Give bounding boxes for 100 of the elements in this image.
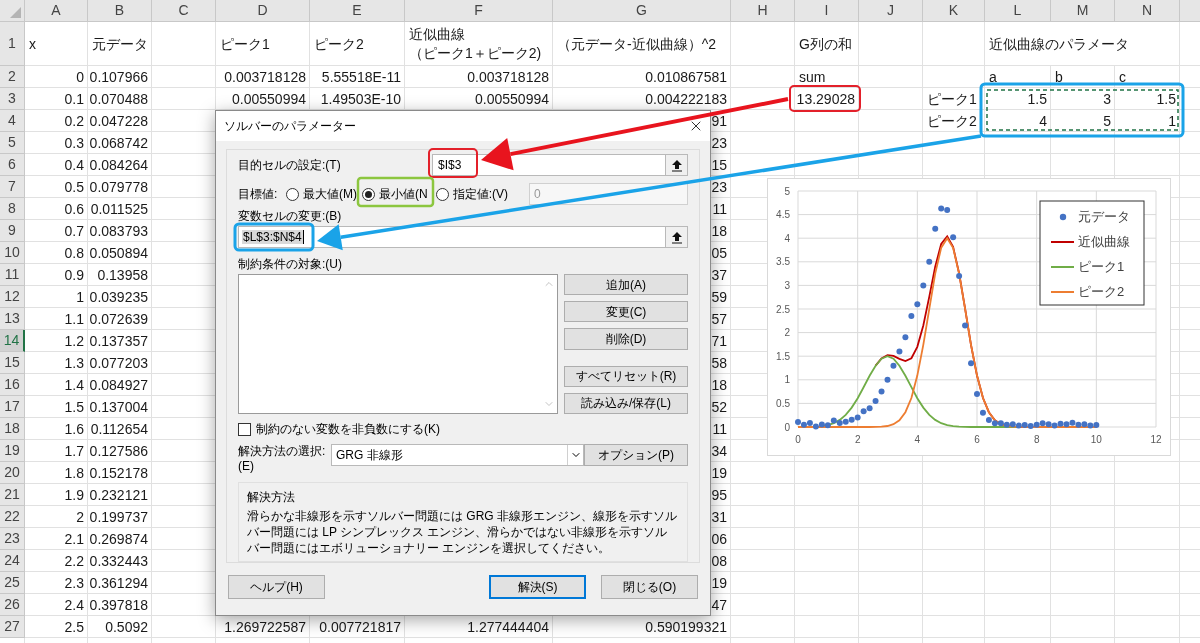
row-header[interactable]: 10 (0, 242, 25, 264)
table-cell[interactable]: 0.007721817 (310, 616, 405, 638)
table-cell[interactable]: 0.003718128 (405, 66, 553, 88)
table-cell[interactable]: 0.5092 (88, 616, 152, 638)
table-cell[interactable]: 2.1 (25, 528, 88, 550)
column-header[interactable]: F (405, 0, 553, 22)
table-cell[interactable]: 0.010867581 (553, 66, 731, 88)
table-cell[interactable]: 1 (25, 286, 88, 308)
dialog-button[interactable]: 読み込み/保存(L) (564, 392, 688, 414)
row-header[interactable]: 26 (0, 594, 25, 616)
table-cell[interactable]: 0.107966 (88, 66, 152, 88)
table-cell[interactable]: 0.077203 (88, 352, 152, 374)
row-header[interactable]: 12 (0, 286, 25, 308)
table-cell[interactable]: 近似曲線のパラメータ (985, 22, 1180, 66)
table-cell[interactable]: 0.199737 (88, 506, 152, 528)
table-cell[interactable]: （ピーク1＋ピーク2) (409, 44, 549, 63)
table-cell[interactable]: 1.7 (25, 440, 88, 462)
table-cell[interactable]: 1.9 (25, 484, 88, 506)
table-cell[interactable]: 0.070488 (88, 88, 152, 110)
table-cell[interactable]: 0.079778 (88, 176, 152, 198)
column-header[interactable]: I (795, 0, 859, 22)
table-cell[interactable]: 0.332443 (88, 550, 152, 572)
table-cell[interactable]: 0.003718128 (216, 66, 310, 88)
table-cell[interactable]: 0.232121 (88, 484, 152, 506)
radio-label[interactable]: 最小値(N (379, 185, 428, 203)
table-cell[interactable]: 2 (25, 506, 88, 528)
table-cell[interactable]: 0.8 (25, 242, 88, 264)
table-cell[interactable]: 1.4 (25, 374, 88, 396)
checkbox-label[interactable]: 制約のない変数を非負数にする(K) (256, 420, 440, 438)
table-cell[interactable]: 0.127586 (88, 440, 152, 462)
table-cell[interactable]: 0.137004 (88, 396, 152, 418)
table-cell[interactable]: 5.55518E-11 (310, 66, 405, 88)
table-cell[interactable]: ピーク2 (923, 110, 985, 132)
method-select[interactable]: GRG 非線形 (331, 444, 584, 466)
column-header[interactable]: B (88, 0, 152, 22)
table-cell[interactable]: 0.6 (25, 198, 88, 220)
column-header[interactable]: D (216, 0, 310, 22)
column-header[interactable]: E (310, 0, 405, 22)
table-cell[interactable]: 近似曲線 (409, 25, 549, 44)
row-header[interactable]: 23 (0, 528, 25, 550)
table-cell[interactable]: （元データ-近似曲線）^2 (553, 22, 731, 66)
column-header[interactable]: M (1051, 0, 1115, 22)
column-header[interactable]: H (731, 0, 795, 22)
table-cell[interactable]: 0.5 (25, 176, 88, 198)
table-cell[interactable]: 0.590199321 (553, 616, 731, 638)
row-header[interactable]: 8 (0, 198, 25, 220)
dialog-button[interactable]: 追加(A) (564, 274, 688, 296)
table-cell[interactable]: c (1115, 66, 1180, 88)
table-cell[interactable]: 0.004222183 (553, 88, 731, 110)
row-header[interactable]: 3 (0, 88, 25, 110)
table-cell[interactable]: 0 (25, 66, 88, 88)
table-cell[interactable]: 0.9 (25, 264, 88, 286)
column-header[interactable]: K (923, 0, 985, 22)
dialog-button[interactable]: ヘルプ(H) (228, 575, 325, 599)
table-cell[interactable]: a (985, 66, 1051, 88)
column-header[interactable]: N (1115, 0, 1180, 22)
table-cell[interactable]: 0.397818 (88, 594, 152, 616)
dialog-button[interactable]: 解決(S) (489, 575, 586, 599)
table-cell[interactable]: 0.152178 (88, 462, 152, 484)
table-cell[interactable]: 0.072639 (88, 308, 152, 330)
table-cell[interactable]: 0.112654 (88, 418, 152, 440)
table-cell[interactable]: 0.361294 (88, 572, 152, 594)
table-cell[interactable]: G列の和 (795, 22, 859, 66)
row-header[interactable]: 20 (0, 462, 25, 484)
table-cell[interactable]: 1.49503E-10 (310, 88, 405, 110)
row-header[interactable]: 5 (0, 132, 25, 154)
row-header[interactable]: 27 (0, 616, 25, 638)
row-header[interactable]: 15 (0, 352, 25, 374)
table-cell[interactable]: 1.5 (1115, 88, 1180, 110)
dialog-button[interactable]: オプション(P) (584, 444, 688, 466)
table-cell[interactable]: 13.29028 (795, 88, 859, 110)
row-header[interactable]: 9 (0, 220, 25, 242)
table-cell[interactable]: 1.2 (25, 330, 88, 352)
dialog-button[interactable]: 削除(D) (564, 328, 688, 350)
table-cell[interactable]: 0.083793 (88, 220, 152, 242)
row-header[interactable]: 7 (0, 176, 25, 198)
table-cell[interactable]: 1.8 (25, 462, 88, 484)
table-cell[interactable]: 2.5 (25, 616, 88, 638)
row-header[interactable]: 6 (0, 154, 25, 176)
table-cell[interactable]: 0.2 (25, 110, 88, 132)
table-cell[interactable]: 3 (1051, 88, 1115, 110)
row-header[interactable]: 11 (0, 264, 25, 286)
row-header[interactable]: 19 (0, 440, 25, 462)
table-cell[interactable]: 0.7 (25, 220, 88, 242)
table-cell[interactable]: 0.4 (25, 154, 88, 176)
table-cell[interactable]: 0.039235 (88, 286, 152, 308)
table-cell[interactable]: 元データ (88, 22, 152, 66)
table-cell[interactable]: 0.269874 (88, 528, 152, 550)
row-header[interactable]: 4 (0, 110, 25, 132)
row-header[interactable]: 22 (0, 506, 25, 528)
row-header[interactable]: 25 (0, 572, 25, 594)
table-cell[interactable]: 1.269722587 (216, 616, 310, 638)
table-cell[interactable]: 1.277444404 (405, 616, 553, 638)
table-cell[interactable]: ピーク1 (216, 22, 310, 66)
table-cell[interactable]: ピーク2 (310, 22, 405, 66)
table-cell[interactable]: sum (795, 66, 859, 88)
dialog-button[interactable]: 閉じる(O) (601, 575, 698, 599)
table-cell[interactable]: 0.1 (25, 88, 88, 110)
row-header[interactable]: 24 (0, 550, 25, 572)
table-cell[interactable]: 1.5 (25, 396, 88, 418)
